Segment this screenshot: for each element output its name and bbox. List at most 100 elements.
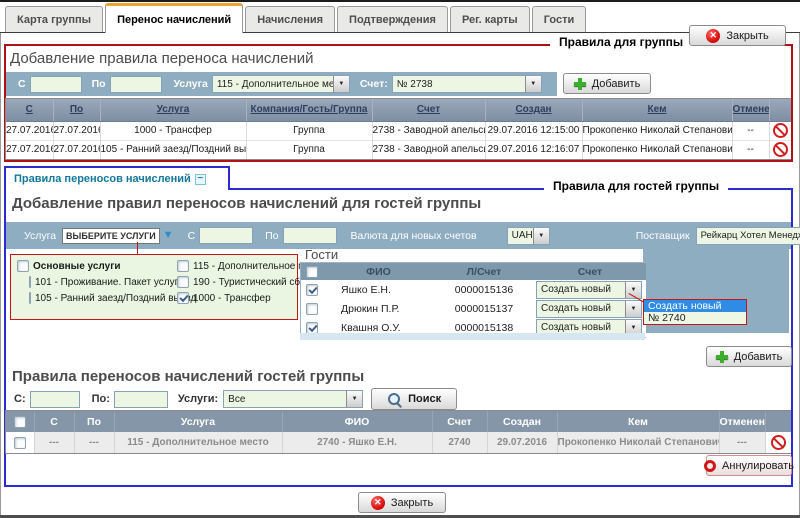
col-account: Счет <box>432 411 487 432</box>
service-option[interactable]: 101 - Проживание. Пакет услуг <box>29 276 177 288</box>
to-date-input[interactable] <box>283 227 337 244</box>
tab-guests[interactable]: Гости <box>532 6 587 32</box>
col-by-whom[interactable]: Кем <box>582 99 732 121</box>
dropdown-arrow-icon[interactable] <box>625 301 641 317</box>
service-checkbox[interactable] <box>177 292 189 304</box>
service-select-value: 115 - Дополнительное место <box>213 79 333 90</box>
dropdown-option-create-new[interactable]: Создать новый <box>644 300 746 312</box>
group-add-formbar: С По Услуга 115 - Дополнительное место С… <box>6 72 557 96</box>
filter-services-label: Услуги: <box>178 393 218 405</box>
rule-checkbox[interactable] <box>14 437 26 449</box>
service-checkbox[interactable] <box>17 260 29 272</box>
cancel-rule-icon[interactable] <box>773 123 788 138</box>
to-label: По <box>265 230 278 242</box>
tab-confirmations[interactable]: Подтверждения <box>337 6 448 32</box>
close-x-icon: ✕ <box>706 29 720 43</box>
dropdown-arrow-icon[interactable] <box>346 391 362 407</box>
search-button[interactable]: Поиск <box>371 388 457 410</box>
tab-charges[interactable]: Начисления <box>245 6 335 32</box>
filter-services-value: Все <box>224 394 346 405</box>
guest-checkbox[interactable] <box>306 322 318 334</box>
guest-add-button-label: Добавить <box>734 351 783 363</box>
cancel-rule-icon[interactable] <box>771 435 786 450</box>
close-button-top[interactable]: ✕ Закрыть <box>689 25 786 46</box>
guest-account-select[interactable]: Создать новый <box>536 300 642 318</box>
col-created[interactable]: Создан <box>485 99 582 121</box>
filter-services-select[interactable]: Все <box>223 390 363 408</box>
col-service: Услуга <box>114 411 282 432</box>
to-date-input[interactable] <box>110 76 162 93</box>
from-label: С <box>188 230 196 242</box>
service-picker-arrow-icon[interactable]: ▼ <box>163 230 174 241</box>
search-button-label: Поиск <box>408 393 441 405</box>
guest-rules-frame-label: Правила для гостей группы <box>544 179 728 193</box>
provider-select[interactable]: Рейкарц Хотел Менеджмент <box>696 227 800 245</box>
guest-rules-collapse-tab[interactable]: Правила переносов начислений − <box>4 166 230 190</box>
col-company-guest-group[interactable]: Компания/Гость/Группа <box>246 99 372 121</box>
from-date-input[interactable] <box>199 227 253 244</box>
account-select[interactable]: № 2738 <box>392 75 542 93</box>
service-option[interactable]: 105 - Ранний заезд/Поздний выезд <box>29 292 177 304</box>
guest-name: Дрюкин П.Р. <box>323 299 434 318</box>
guest-rules-frame: Правила для гостей группы Добавление пра… <box>4 188 793 487</box>
annul-button[interactable]: Аннулировать <box>706 455 792 476</box>
col-to[interactable]: По <box>53 99 100 121</box>
currency-select-value: UAH <box>508 230 533 241</box>
col-cancelled[interactable]: Отменен <box>732 99 769 121</box>
dropdown-arrow-icon[interactable] <box>333 76 349 92</box>
service-picker[interactable]: ВЫБЕРИТЕ УСЛУГИ <box>62 228 160 244</box>
guest-account-select[interactable]: Создать новый <box>536 281 642 299</box>
group-add-button[interactable]: Добавить <box>563 73 651 94</box>
service-label: Услуга <box>174 78 208 90</box>
tab-group-card[interactable]: Карта группы <box>5 6 103 32</box>
group-add-button-label: Добавить <box>592 78 641 90</box>
col-actions <box>769 99 791 121</box>
service-checkbox[interactable] <box>29 276 31 288</box>
guest-add-formbar: Услуга ВЫБЕРИТЕ УСЛУГИ ▼ С По Валюта для… <box>6 222 791 249</box>
guest-rules-table-wrap: С По Услуга ФИО Счет Создан Кем Отменен <box>5 410 791 454</box>
guest-add-button[interactable]: Добавить <box>706 346 792 367</box>
service-option[interactable]: Основные услуги <box>17 260 177 272</box>
filter-from-input[interactable] <box>30 391 80 408</box>
tab-bar: Карта группы Перенос начислений Начислен… <box>0 2 800 33</box>
filter-to-input[interactable] <box>114 391 168 408</box>
collapse-tab-label: Правила переносов начислений <box>14 173 191 185</box>
guest-folio: 0000015136 <box>434 280 534 299</box>
select-all-guests-checkbox[interactable] <box>306 266 318 278</box>
from-label: С <box>18 78 26 90</box>
window-top-edge <box>0 0 800 2</box>
service-checkbox[interactable] <box>177 276 189 288</box>
dropdown-option-account-2740[interactable]: № 2740 <box>644 312 746 324</box>
close-button-bottom[interactable]: ✕ Закрыть <box>358 492 446 513</box>
select-all-rules-checkbox[interactable] <box>14 416 26 428</box>
guest-rules-filter: С: По: Услуги: Все Поиск <box>6 388 791 410</box>
annul-ring-icon <box>704 460 716 472</box>
from-date-input[interactable] <box>30 76 82 93</box>
service-option-label: Основные услуги <box>33 261 121 272</box>
guest-add-title: Добавление правил переносов начислений д… <box>12 195 481 212</box>
service-select[interactable]: 115 - Дополнительное место <box>212 75 350 93</box>
col-from[interactable]: С <box>6 99 53 121</box>
service-checkbox[interactable] <box>29 292 31 304</box>
service-checkbox[interactable] <box>177 260 189 272</box>
guest-checkbox[interactable] <box>306 303 318 315</box>
collapse-minus-icon[interactable]: − <box>195 174 206 185</box>
service-option-label: 101 - Проживание. Пакет услуг <box>35 277 178 288</box>
cancel-rule-icon[interactable] <box>773 142 788 157</box>
services-panel: Основные услуги 101 - Проживание. Пакет … <box>10 254 298 320</box>
to-label: По <box>92 78 106 90</box>
col-by-whom: Кем <box>557 411 719 432</box>
table-row: 27.07.2016 27.07.2016 1000 - Трансфер Гр… <box>6 121 791 140</box>
col-account[interactable]: Счет <box>372 99 485 121</box>
dropdown-arrow-icon[interactable] <box>525 76 541 92</box>
group-table-header-row: С По Услуга Компания/Гость/Группа Счет С… <box>6 99 791 121</box>
currency-select[interactable]: UAH <box>507 227 550 245</box>
tab-reg-cards[interactable]: Рег. карты <box>450 6 530 32</box>
guest-checkbox[interactable] <box>306 284 318 296</box>
tab-charge-transfer[interactable]: Перенос начислений <box>105 3 243 33</box>
col-service[interactable]: Услуга <box>100 99 246 121</box>
service-option-label: 105 - Ранний заезд/Поздний выезд <box>35 293 196 304</box>
dropdown-arrow-icon[interactable] <box>533 228 549 244</box>
close-x-icon: ✕ <box>371 496 385 510</box>
group-rules-frame-label: Правила для группы <box>550 35 692 49</box>
